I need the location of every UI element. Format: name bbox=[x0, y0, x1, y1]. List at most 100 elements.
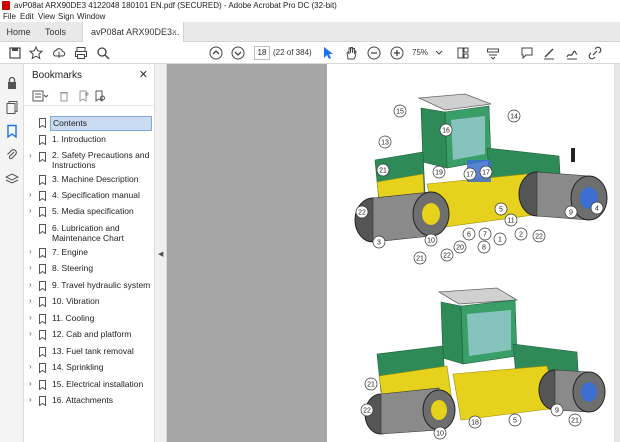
select-cursor-icon[interactable] bbox=[321, 46, 335, 60]
zoom-level-dropdown[interactable]: 75% bbox=[412, 46, 428, 60]
menu-edit[interactable]: Edit bbox=[20, 11, 34, 22]
zoom-in-icon[interactable] bbox=[390, 46, 404, 60]
main-toolbar: 18 (22 of 384) 75% bbox=[0, 42, 620, 64]
next-page-icon[interactable] bbox=[231, 46, 245, 60]
window-title: avP08at ARX90DE3 4122048 180101 EN.pdf (… bbox=[14, 1, 337, 10]
expand-chevron-icon[interactable]: › bbox=[29, 395, 32, 404]
pen-draw-icon[interactable] bbox=[542, 46, 556, 60]
attachments-icon[interactable] bbox=[5, 148, 19, 162]
tab-document[interactable]: avP08at ARX90DE3... × bbox=[82, 22, 184, 42]
expand-chevron-icon[interactable]: › bbox=[29, 190, 32, 199]
expand-chevron-icon[interactable]: › bbox=[29, 206, 32, 215]
expand-chevron-icon[interactable]: › bbox=[29, 379, 32, 388]
scroll-mode-icon[interactable] bbox=[486, 46, 500, 60]
callout: 3 bbox=[372, 235, 386, 249]
expand-chevron-icon[interactable]: › bbox=[29, 151, 32, 160]
page-number-input[interactable]: 18 bbox=[254, 46, 270, 60]
callout: 22 bbox=[532, 229, 546, 243]
tab-document-label: avP08at ARX90DE3... bbox=[91, 27, 180, 37]
bookmarks-panel: Bookmarks ✕ Contents 1. Introduction › 2… bbox=[24, 64, 155, 442]
new-bookmark-icon[interactable] bbox=[78, 90, 90, 102]
roller-top bbox=[354, 93, 608, 243]
print-icon[interactable] bbox=[74, 46, 88, 60]
expand-chevron-icon[interactable]: › bbox=[29, 313, 32, 322]
previous-page-icon[interactable] bbox=[209, 46, 223, 60]
chevron-down-icon[interactable] bbox=[432, 46, 446, 60]
svg-text:18: 18 bbox=[471, 420, 479, 427]
search-icon[interactable] bbox=[96, 46, 110, 60]
callout: 22 bbox=[440, 248, 454, 262]
callout: 17 bbox=[479, 165, 493, 179]
layers-icon[interactable] bbox=[5, 172, 19, 186]
bookmark-item[interactable]: › 4. Specification manual bbox=[24, 190, 155, 204]
callout: 22 bbox=[360, 403, 374, 417]
bookmark-item[interactable]: › 5. Media specification bbox=[24, 206, 155, 220]
page-layout-icon[interactable] bbox=[456, 46, 470, 60]
bookmark-item[interactable]: › 10. Vibration bbox=[24, 296, 155, 310]
menu-file[interactable]: File bbox=[3, 11, 16, 22]
bookmark-icon bbox=[39, 207, 46, 217]
tab-home[interactable]: Home bbox=[0, 22, 37, 42]
delete-bookmark-icon[interactable] bbox=[58, 90, 70, 102]
bookmark-item[interactable]: 3. Machine Description bbox=[24, 174, 155, 188]
callout: 20 bbox=[453, 240, 467, 254]
find-bookmark-icon[interactable] bbox=[94, 90, 106, 102]
upload-cloud-icon[interactable] bbox=[52, 46, 66, 60]
expand-chevron-icon[interactable]: › bbox=[29, 329, 32, 338]
menu-view[interactable]: View bbox=[38, 11, 55, 22]
save-icon[interactable] bbox=[8, 46, 22, 60]
bookmark-icon bbox=[39, 135, 46, 145]
svg-text:21: 21 bbox=[416, 256, 424, 263]
bookmark-item[interactable]: 13. Fuel tank removal bbox=[24, 346, 155, 360]
bookmark-item[interactable]: › 16. Attachments bbox=[24, 395, 155, 409]
svg-text:4: 4 bbox=[595, 206, 599, 213]
bookmark-label: 15. Electrical installation bbox=[52, 379, 144, 389]
bookmark-item[interactable]: 6. Lubrication and Maintenance Chart bbox=[24, 223, 155, 245]
bookmark-item[interactable]: › 11. Cooling bbox=[24, 313, 155, 327]
callout: 10 bbox=[433, 426, 447, 440]
bookmark-item[interactable]: Contents bbox=[24, 116, 155, 131]
expand-chevron-icon[interactable]: › bbox=[29, 362, 32, 371]
collapse-arrow-icon[interactable]: ◀ bbox=[158, 250, 163, 258]
bookmark-item[interactable]: › 15. Electrical installation bbox=[24, 379, 155, 393]
bookmark-star-icon[interactable] bbox=[29, 46, 43, 60]
bookmark-item[interactable]: › 7. Engine bbox=[24, 247, 155, 261]
bookmark-item[interactable]: › 14. Sprinkling bbox=[24, 362, 155, 376]
vertical-scrollbar[interactable] bbox=[614, 64, 620, 442]
expand-chevron-icon[interactable]: › bbox=[29, 296, 32, 305]
bookmark-options-icon[interactable] bbox=[32, 90, 50, 102]
close-tab-icon[interactable]: × bbox=[172, 22, 177, 42]
callout: 14 bbox=[507, 109, 521, 123]
svg-text:6: 6 bbox=[467, 232, 471, 239]
bookmark-item[interactable]: › 8. Steering bbox=[24, 263, 155, 277]
zoom-out-icon[interactable] bbox=[367, 46, 381, 60]
expand-chevron-icon[interactable]: › bbox=[29, 263, 32, 272]
hand-tool-icon[interactable] bbox=[344, 46, 358, 60]
bookmarks-panel-icon[interactable] bbox=[5, 124, 19, 138]
document-viewport[interactable]: 15 16 14 13 21 19 17 17 4 9 22 3 10 6 7 … bbox=[167, 64, 620, 442]
share-link-icon[interactable] bbox=[588, 46, 602, 60]
bookmark-item[interactable]: › 12. Cab and platform bbox=[24, 329, 155, 343]
tab-tools[interactable]: Tools bbox=[37, 22, 74, 42]
comment-icon[interactable] bbox=[520, 46, 534, 60]
bookmark-item[interactable]: 1. Introduction bbox=[24, 133, 155, 147]
panel-splitter[interactable]: ◀ bbox=[155, 64, 167, 442]
sign-icon[interactable] bbox=[565, 46, 579, 60]
expand-chevron-icon[interactable]: › bbox=[29, 247, 32, 256]
menu-window[interactable]: Window bbox=[77, 11, 105, 22]
close-panel-icon[interactable]: ✕ bbox=[139, 68, 148, 81]
bookmark-label: 1. Introduction bbox=[52, 134, 106, 144]
page-thumbnails-icon[interactable] bbox=[5, 100, 19, 114]
menu-sign[interactable]: Sign bbox=[58, 11, 74, 22]
bookmark-icon bbox=[39, 191, 46, 201]
callout: 5 bbox=[494, 202, 508, 216]
bookmark-item[interactable]: › 2. Safety Precautions and Instructions bbox=[24, 150, 155, 172]
expand-chevron-icon[interactable]: › bbox=[29, 280, 32, 289]
callout: 21 bbox=[376, 163, 390, 177]
bookmark-icon bbox=[39, 118, 46, 128]
bookmark-label: 13. Fuel tank removal bbox=[52, 346, 134, 356]
callout: 18 bbox=[468, 415, 482, 429]
svg-text:8: 8 bbox=[482, 245, 486, 252]
bookmark-item[interactable]: › 9. Travel hydraulic system bbox=[24, 280, 155, 294]
lock-icon[interactable] bbox=[5, 76, 19, 90]
